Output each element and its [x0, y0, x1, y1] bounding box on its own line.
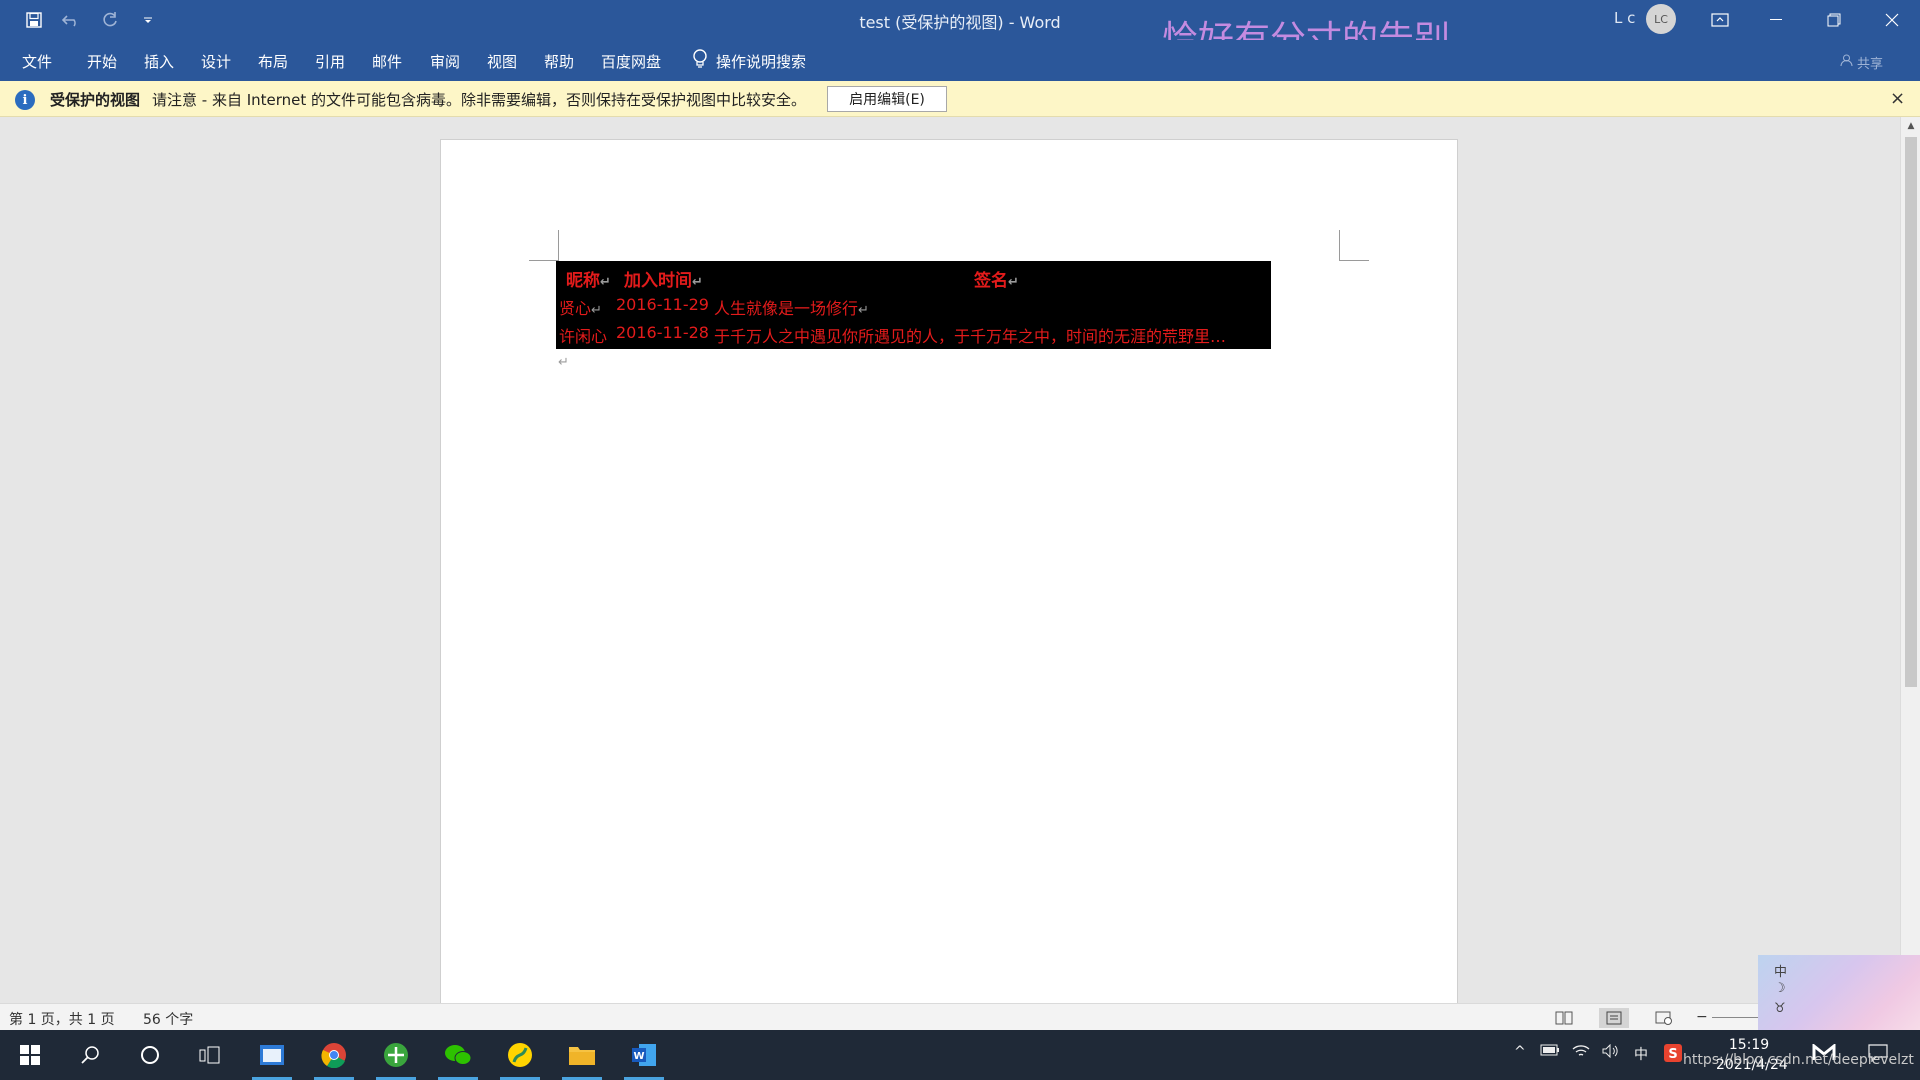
app-window-icon[interactable] — [246, 1030, 298, 1080]
table-cell-join-time: 2016-11-28 — [616, 323, 709, 342]
file-explorer-icon[interactable] — [556, 1030, 608, 1080]
share-label: 共享 — [1857, 57, 1884, 72]
user-name[interactable]: L c — [1614, 9, 1635, 27]
protected-view-message: 请注意 - 来自 Internet 的文件可能包含病毒。除非需要编辑，否则保持在… — [152, 91, 807, 109]
table-cell-signature: 于千万人之中遇见你所遇见的人，于千万年之中，时间的无涯的荒野里… — [714, 327, 1227, 346]
print-layout-icon[interactable] — [1599, 1008, 1629, 1028]
title-bar: test (受保护的视图) - Word L c LC — [0, 0, 1920, 40]
tab-insert[interactable]: 插入 — [144, 51, 174, 72]
battery-icon[interactable] — [1540, 1044, 1560, 1060]
tab-review[interactable]: 审阅 — [430, 51, 460, 72]
paragraph-mark: ↵ — [558, 355, 569, 370]
taskbar: W ^ 中 S 15:19 2021/4/24 — [0, 1030, 1920, 1080]
avatar[interactable]: LC — [1646, 4, 1676, 34]
table-cell-join-time: 2016-11-29 — [616, 295, 709, 314]
document-area: 昵称↵ 加入时间↵ 签名↵ 贤心↵ 2016-11-29 人生就像是一场修行↵ … — [0, 117, 1920, 1003]
tell-me-label: 操作说明搜索 — [716, 52, 807, 71]
scroll-thumb[interactable] — [1905, 137, 1917, 687]
shirt-icon[interactable]: ♉ — [1774, 1001, 1786, 1016]
table-cell-signature: 人生就像是一场修行↵ — [714, 299, 869, 318]
ribbon-display-options-icon[interactable] — [1692, 0, 1748, 40]
tab-view[interactable]: 视图 — [487, 51, 517, 72]
browser-green-icon[interactable] — [370, 1030, 422, 1080]
scroll-up-arrow-icon[interactable]: ▲ — [1901, 117, 1920, 135]
protected-view-bar: i 受保护的视图 请注意 - 来自 Internet 的文件可能包含病毒。除非需… — [0, 81, 1920, 117]
document-table[interactable]: 昵称↵ 加入时间↵ 签名↵ 贤心↵ 2016-11-29 人生就像是一场修行↵ … — [556, 261, 1271, 349]
word-count[interactable]: 56 个字 — [143, 1009, 193, 1029]
page-count[interactable]: 第 1 页，共 1 页 — [9, 1009, 115, 1029]
web-layout-icon[interactable] — [1649, 1008, 1679, 1028]
ribbon-tabs: 文件 开始 插入 设计 布局 引用 邮件 审阅 视图 帮助 百度网盘 操作说明搜… — [0, 40, 1920, 81]
chevron-up-icon[interactable]: ^ — [1514, 1044, 1526, 1060]
zoom-out-button[interactable]: − — [1696, 1009, 1708, 1025]
tab-baidu-netdisk[interactable]: 百度网盘 — [601, 51, 661, 72]
close-icon[interactable]: × — [1890, 88, 1905, 109]
input-language[interactable]: 中 — [1634, 1044, 1648, 1064]
enable-editing-button[interactable]: 启用编辑(E) — [827, 86, 947, 112]
ime-language[interactable]: 中 — [1774, 961, 1787, 980]
wechat-icon[interactable] — [432, 1030, 484, 1080]
word-icon[interactable]: W — [618, 1030, 670, 1080]
tab-home[interactable]: 开始 — [87, 51, 117, 72]
margin-corner-top-left-v — [558, 230, 559, 260]
tab-mailings[interactable]: 邮件 — [372, 51, 402, 72]
task-view-icon[interactable] — [184, 1030, 236, 1080]
svg-text:S: S — [1668, 1047, 1677, 1062]
sogou-ime-icon[interactable]: S — [1664, 1044, 1682, 1066]
restore-button[interactable] — [1806, 0, 1862, 40]
tab-layout[interactable]: 布局 — [258, 51, 288, 72]
chrome-icon[interactable] — [308, 1030, 360, 1080]
vertical-scrollbar[interactable]: ▲ — [1900, 117, 1920, 1003]
tell-me-search[interactable]: 操作说明搜索 — [692, 49, 806, 73]
moon-icon[interactable]: ☽ — [1774, 981, 1786, 996]
tab-file[interactable]: 文件 — [22, 51, 52, 72]
minimize-button[interactable] — [1748, 0, 1804, 40]
margin-corner-top-right-h — [1339, 260, 1369, 261]
table-header-signature: 签名↵ — [974, 271, 1019, 291]
table-header-join-time: 加入时间↵ — [624, 271, 703, 291]
table-cell-nickname: 贤心↵ — [559, 299, 602, 318]
tab-design[interactable]: 设计 — [201, 51, 231, 72]
table-cell-nickname: 许闲心 — [559, 327, 608, 346]
tab-references[interactable]: 引用 — [315, 51, 345, 72]
info-icon: i — [15, 90, 35, 110]
document-page[interactable]: 昵称↵ 加入时间↵ 签名↵ 贤心↵ 2016-11-29 人生就像是一场修行↵ … — [440, 139, 1458, 1003]
windows-start-icon[interactable] — [4, 1030, 56, 1080]
person-icon — [1840, 54, 1853, 71]
watermark-url: https://blog.csdn.net/deeplevelzt — [1683, 1052, 1914, 1068]
cortana-icon[interactable] — [124, 1030, 176, 1080]
read-mode-icon[interactable] — [1549, 1008, 1579, 1028]
ime-status-panel[interactable]: 中 ☽ ♉ — [1758, 955, 1920, 1030]
margin-corner-top-right-v — [1339, 230, 1340, 260]
svg-text:W: W — [633, 1051, 644, 1062]
tab-help[interactable]: 帮助 — [544, 51, 574, 72]
search-icon[interactable] — [64, 1030, 116, 1080]
lightbulb-icon — [692, 49, 708, 73]
protected-view-title: 受保护的视图 — [50, 91, 141, 109]
volume-icon[interactable] — [1602, 1043, 1620, 1062]
margin-corner-top-left-h — [529, 260, 559, 261]
wifi-icon[interactable] — [1572, 1044, 1590, 1062]
share-button[interactable]: 共享 — [1840, 53, 1883, 72]
status-bar: 第 1 页，共 1 页 56 个字 − — [0, 1003, 1920, 1030]
table-header-nickname: 昵称↵ — [566, 271, 611, 291]
music-app-icon[interactable] — [494, 1030, 546, 1080]
close-button[interactable] — [1864, 0, 1920, 40]
